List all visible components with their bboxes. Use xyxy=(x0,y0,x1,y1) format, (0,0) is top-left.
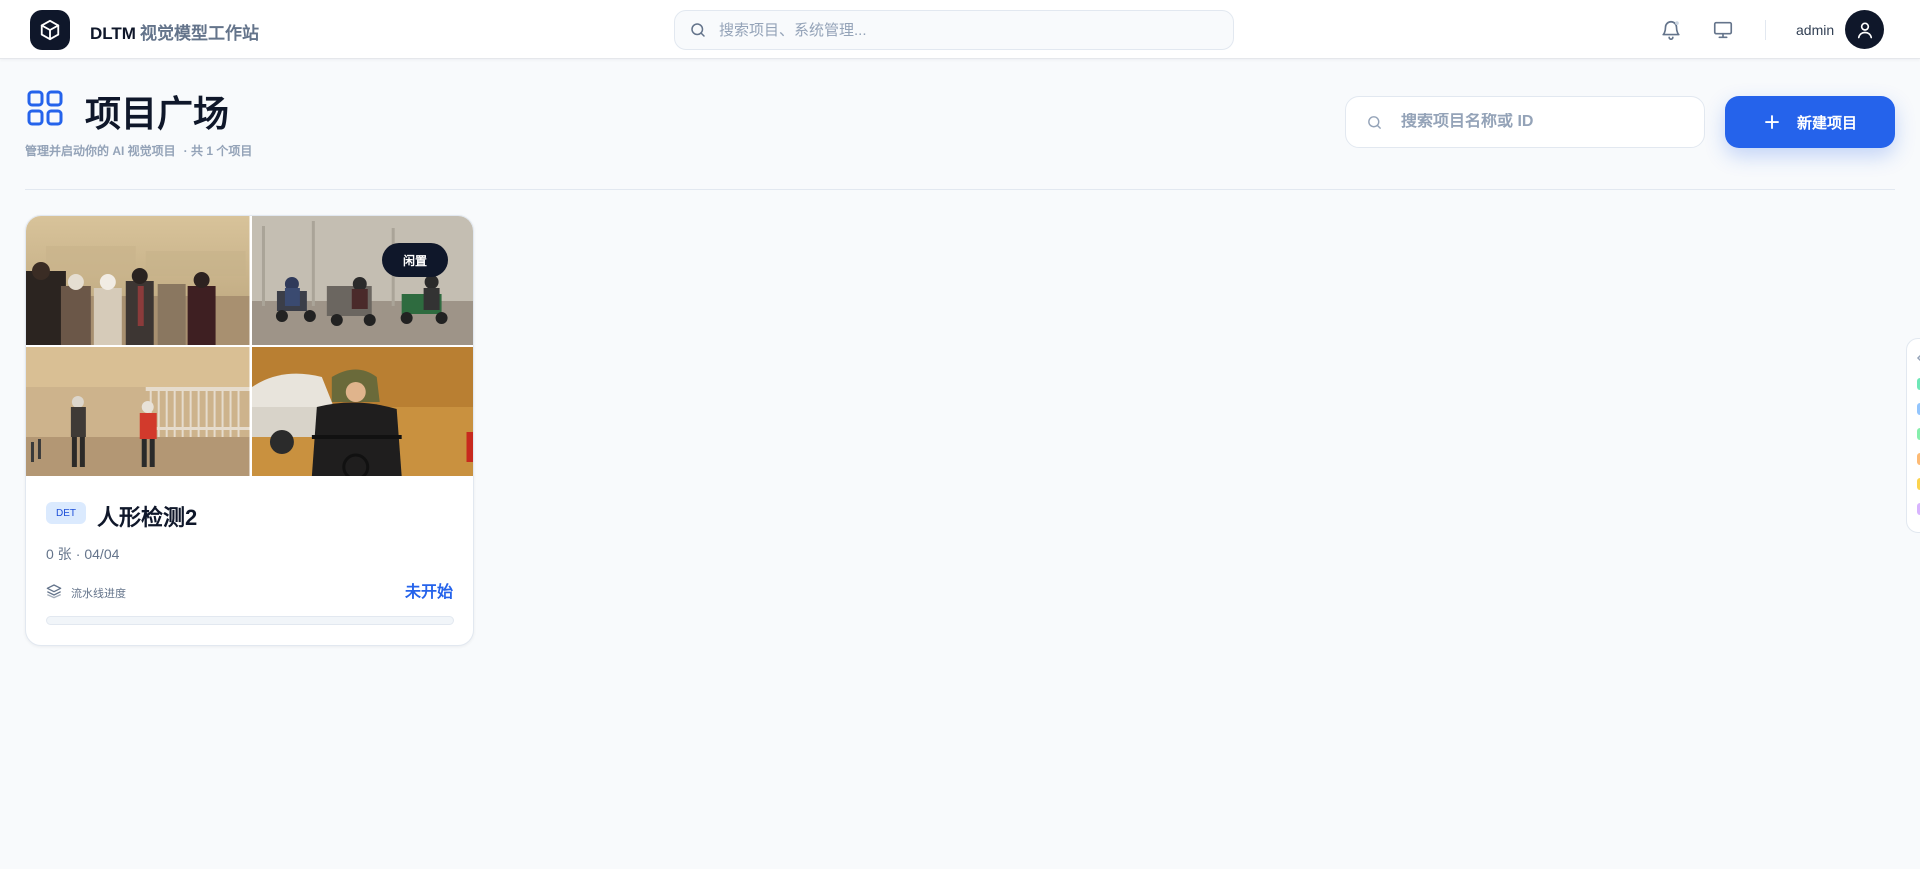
top-bar: DLTM视觉模型工作站 admin xyxy=(0,0,1920,59)
toolbar-divider xyxy=(1765,20,1766,40)
thumbnail-image xyxy=(26,216,250,345)
subtitle-text: 管理并启动你的 AI 视觉项目 xyxy=(25,144,176,158)
project-meta: 0 张 · 04/04 xyxy=(46,544,119,564)
thumbnail-image xyxy=(251,216,473,345)
display-button[interactable] xyxy=(1710,17,1736,43)
cube-icon xyxy=(40,19,60,41)
plus-icon xyxy=(1763,113,1781,131)
progress-status: 未开始 xyxy=(404,584,453,601)
project-search-input[interactable] xyxy=(1401,113,1691,131)
meta-separator: · xyxy=(75,546,81,562)
search-icon xyxy=(1368,115,1381,129)
global-search[interactable] xyxy=(674,10,1234,50)
new-project-label: 新建项目 xyxy=(1796,114,1857,132)
project-search[interactable] xyxy=(1345,96,1705,148)
status-badge: 闲置 xyxy=(382,243,448,277)
project-count: · 共 1 个项目 xyxy=(183,144,253,158)
layers-icon xyxy=(46,584,62,599)
progress-label: 流水线进度 xyxy=(71,588,126,600)
search-icon xyxy=(691,23,705,37)
user-icon xyxy=(1857,22,1872,38)
page-subtitle: 管理并启动你的 AI 视觉项目 · 共 1 个项目 xyxy=(25,142,252,159)
brand-primary: DLTM xyxy=(90,24,136,43)
progress-bar xyxy=(46,616,454,625)
new-project-button[interactable]: 新建项目 xyxy=(1725,96,1895,148)
avatar[interactable] xyxy=(1845,10,1884,49)
chevron-left-icon xyxy=(1916,354,1920,362)
thumbnail-image xyxy=(26,347,250,476)
page-title: 项目广场 xyxy=(85,93,230,134)
brand-secondary: 视觉模型工作站 xyxy=(139,24,259,43)
grid-icon xyxy=(27,90,63,126)
project-name[interactable]: 人形检测2 xyxy=(97,500,197,532)
project-type-badge: DET xyxy=(46,502,86,524)
image-count: 0 张 xyxy=(46,546,72,562)
bell-icon xyxy=(1662,21,1680,40)
username[interactable]: admin xyxy=(1796,22,1834,38)
project-card[interactable]: 闲置 DET 人形检测2 0 张 · 04/04 流水线进度 未开始 xyxy=(25,215,474,646)
global-search-input[interactable] xyxy=(719,21,1199,39)
thumbnail-image xyxy=(251,347,473,476)
brand-title: DLTM 视觉模型工作站 xyxy=(90,19,259,44)
project-date: 04/04 xyxy=(84,546,120,562)
header-divider xyxy=(25,189,1895,190)
monitor-icon xyxy=(1713,21,1733,39)
app-logo[interactable] xyxy=(30,10,70,50)
notifications-button[interactable] xyxy=(1658,17,1684,43)
side-rail[interactable] xyxy=(1906,338,1920,533)
